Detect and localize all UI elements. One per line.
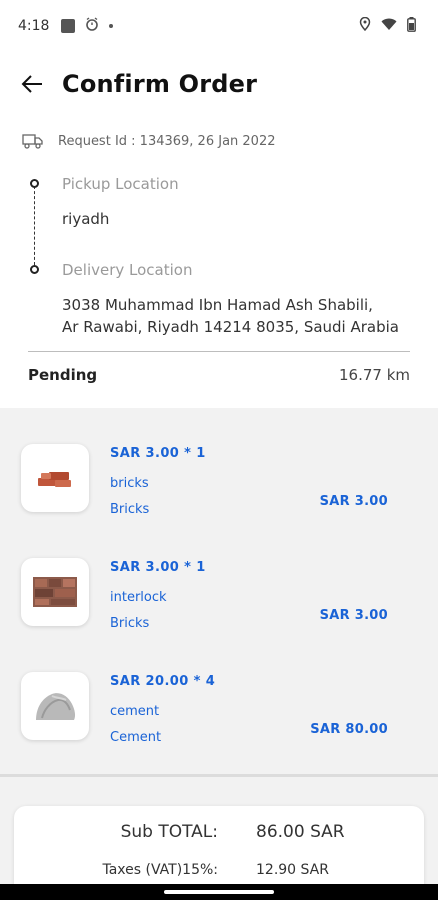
bricks-image-icon [38, 472, 71, 487]
item-category: Bricks [110, 502, 150, 517]
item-name: cement [110, 704, 160, 719]
product-thumbnail [21, 558, 89, 626]
list-item[interactable]: SAR 3.00 * 1 bricks Bricks SAR 3.00 [0, 444, 438, 544]
subtotal-value: 86.00 SAR [256, 822, 345, 842]
app-bar: Confirm Order [0, 60, 438, 108]
divider [28, 351, 410, 352]
item-name: interlock [110, 590, 167, 605]
tax-label: Taxes (VAT)15%: [102, 862, 218, 878]
status-time: 4:18 [18, 18, 50, 34]
item-total: SAR 3.00 [319, 494, 388, 509]
product-thumbnail [21, 672, 89, 740]
back-button[interactable] [18, 70, 46, 98]
cement-image-icon [36, 693, 76, 720]
location-icon [359, 16, 371, 35]
item-category: Cement [110, 730, 162, 745]
home-handle[interactable] [164, 890, 274, 894]
status-bar: 4:18 [0, 0, 438, 52]
list-item[interactable]: SAR 3.00 * 1 interlock Bricks SAR 3.00 [0, 558, 438, 658]
product-thumbnail [21, 444, 89, 512]
item-price-qty: SAR 3.00 * 1 [110, 560, 206, 575]
delivery-address-line1: 3038 Muhammad Ibn Hamad Ash Shabili, [62, 296, 373, 314]
tax-value: 12.90 SAR [256, 862, 329, 878]
item-price-qty: SAR 3.00 * 1 [110, 446, 206, 461]
item-price-qty: SAR 20.00 * 4 [110, 674, 216, 689]
order-distance: 16.77 km [338, 366, 410, 384]
route-dotted-line [34, 186, 35, 270]
item-category: Bricks [110, 616, 150, 631]
system-nav-bar [0, 884, 438, 900]
item-total: SAR 3.00 [319, 608, 388, 623]
request-info: Request Id : 134369, 26 Jan 2022 [22, 132, 276, 150]
pickup-value: riyadh [62, 210, 110, 228]
order-status: Pending [28, 366, 98, 384]
delivery-address-line2: Ar Rawabi, Riyadh 14214 8035, Saudi Arab… [62, 318, 399, 336]
subtotal-label: Sub TOTAL: [120, 822, 218, 842]
wifi-icon [381, 18, 397, 35]
page-title: Confirm Order [62, 70, 258, 98]
item-name: bricks [110, 476, 149, 491]
more-notifications-icon [109, 24, 114, 28]
battery-icon [407, 16, 416, 36]
order-items-list: SAR 3.00 * 1 bricks Bricks SAR 3.00 SAR … [0, 408, 438, 774]
delivery-pin-icon [30, 265, 39, 274]
alarm-icon [85, 17, 99, 35]
order-status-row: Pending 16.77 km [28, 366, 410, 384]
interlock-image-icon [33, 577, 77, 607]
request-id-text: Request Id : 134369, 26 Jan 2022 [58, 133, 276, 149]
item-total: SAR 80.00 [310, 722, 388, 737]
delivery-label: Delivery Location [62, 261, 193, 279]
pickup-label: Pickup Location [62, 175, 179, 193]
arrow-left-icon [21, 75, 42, 93]
notification-icon [61, 19, 76, 33]
truck-icon [22, 134, 43, 149]
pickup-pin-icon [30, 179, 39, 188]
list-item[interactable]: SAR 20.00 * 4 cement Cement SAR 80.00 [0, 672, 438, 772]
